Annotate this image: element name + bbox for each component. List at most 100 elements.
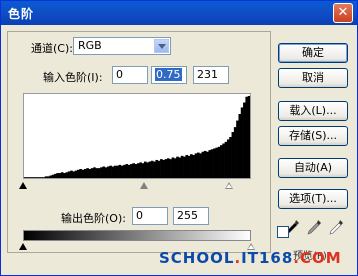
histogram-bar	[160, 159, 163, 178]
histogram-bar	[26, 177, 29, 178]
histogram-bar	[132, 163, 135, 178]
output-levels-label: 输出色阶(O):	[61, 212, 126, 225]
histogram-bar	[213, 148, 216, 178]
window-title: 色阶	[8, 7, 35, 21]
ok-button[interactable]: 确定	[278, 43, 348, 63]
histogram-bar	[88, 168, 92, 178]
histogram-bar	[148, 161, 152, 178]
input-levels-label: 输入色阶(I):	[43, 71, 103, 84]
close-button[interactable]: ✕	[333, 3, 353, 23]
histogram-bar	[134, 164, 138, 178]
histogram-bar	[56, 173, 59, 178]
input-gamma-field[interactable]: 0.75	[151, 66, 187, 84]
histogram-bar	[130, 164, 133, 178]
histogram-bar	[238, 114, 242, 178]
histogram-bar	[233, 127, 237, 178]
histogram-bar	[231, 132, 235, 178]
channel-select[interactable]: RGB	[73, 37, 171, 55]
histogram-bar	[24, 177, 27, 178]
histogram-bar	[141, 163, 145, 178]
histogram-bar	[192, 155, 195, 178]
histogram-bar	[240, 107, 244, 178]
histogram-bar	[222, 143, 225, 178]
histogram-bar	[63, 173, 66, 178]
histogram-bar	[90, 168, 94, 178]
histogram-bar	[187, 155, 191, 178]
histogram-bar	[28, 177, 32, 178]
histogram	[23, 93, 251, 179]
auto-button[interactable]: 自动(A)	[278, 158, 348, 178]
input-black-slider[interactable]	[19, 182, 27, 189]
histogram-bar	[67, 171, 71, 178]
histogram-bar	[180, 155, 184, 178]
output-white-field[interactable]: 255	[173, 207, 209, 225]
histogram-bar	[185, 155, 189, 178]
histogram-bar	[81, 169, 85, 178]
histogram-bar	[245, 96, 248, 178]
histogram-bar	[107, 166, 110, 178]
histogram-bar	[206, 151, 209, 178]
histogram-bar	[77, 169, 80, 178]
output-black-slider[interactable]	[19, 243, 27, 250]
input-slider-track[interactable]	[19, 179, 251, 191]
histogram-bar	[113, 165, 117, 178]
histogram-bar	[146, 162, 149, 178]
input-gamma-slider[interactable]	[140, 182, 148, 189]
histogram-bar	[33, 177, 36, 178]
histogram-bar	[169, 159, 172, 178]
preview-checkbox[interactable]	[277, 226, 289, 238]
histogram-bar	[143, 161, 147, 178]
options-button[interactable]: 选项(T)...	[278, 189, 348, 209]
histogram-bar	[123, 164, 126, 178]
histogram-bar	[53, 173, 57, 178]
histogram-bar	[120, 165, 124, 178]
histogram-bar	[42, 177, 46, 178]
load-button[interactable]: 载入(L)...	[278, 101, 348, 121]
input-white-field[interactable]: 231	[193, 66, 229, 84]
histogram-bar	[49, 175, 52, 178]
input-white-slider[interactable]	[225, 182, 233, 189]
histogram-bar	[137, 163, 140, 178]
histogram-bar	[194, 153, 198, 178]
histogram-bar	[83, 168, 87, 178]
output-black-field[interactable]: 0	[132, 207, 168, 225]
levels-dialog: 色阶 ✕ 通道(C): RGB 输入色阶(I): 0 0.75 231 输出色阶…	[0, 0, 358, 276]
histogram-bar	[210, 149, 214, 178]
histogram-bar	[109, 165, 112, 178]
histogram-bar	[226, 139, 230, 178]
histogram-bar	[44, 176, 48, 178]
histogram-bar	[102, 166, 106, 178]
save-button[interactable]: 存储(S)...	[278, 126, 348, 146]
histogram-bar	[208, 150, 212, 178]
histogram-bar	[97, 168, 101, 178]
histogram-bar	[162, 159, 165, 178]
histogram-bar	[116, 165, 119, 178]
histogram-bar	[183, 156, 186, 178]
gray-eyedropper-icon[interactable]	[306, 219, 322, 235]
histogram-bar	[229, 136, 232, 178]
histogram-bar	[86, 168, 89, 178]
histogram-bar	[196, 152, 200, 178]
white-eyedropper-icon[interactable]	[328, 219, 344, 235]
chevron-down-icon[interactable]	[154, 39, 169, 53]
histogram-bar	[178, 157, 182, 178]
input-black-field[interactable]: 0	[112, 66, 148, 84]
histogram-bar	[40, 177, 43, 178]
histogram-bar	[35, 177, 39, 178]
histogram-bar	[74, 170, 78, 178]
histogram-bar	[166, 158, 170, 178]
cancel-button[interactable]: 取消	[278, 68, 348, 88]
histogram-bar	[139, 162, 142, 178]
histogram-bar	[155, 159, 159, 178]
histogram-bar	[243, 102, 246, 178]
histogram-bar	[173, 158, 177, 178]
histogram-bar	[176, 156, 179, 178]
histogram-bar	[190, 154, 193, 178]
histogram-bar	[217, 146, 221, 178]
histogram-bar	[93, 167, 96, 178]
histogram-bar	[247, 95, 250, 178]
histogram-bar	[224, 141, 228, 178]
title-bar[interactable]: 色阶 ✕	[1, 1, 357, 25]
histogram-bar	[30, 177, 34, 178]
histogram-bar	[51, 174, 55, 178]
